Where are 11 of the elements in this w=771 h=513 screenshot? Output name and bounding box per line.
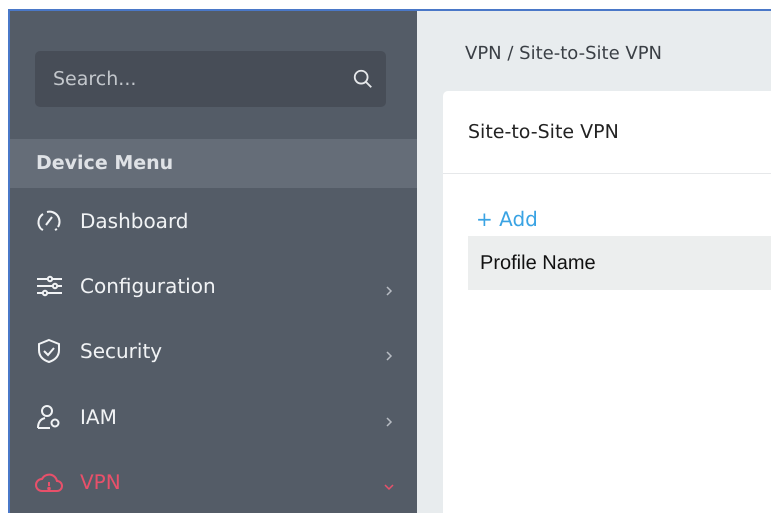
breadcrumb: VPN / Site-to-Site VPN bbox=[464, 42, 664, 66]
menu-item[interactable]: Dashboard bbox=[10, 188, 417, 254]
sliders-icon bbox=[34, 274, 64, 298]
section-title: Device Menu bbox=[36, 152, 174, 174]
card-title: Site-to-Site VPN bbox=[468, 121, 619, 143]
menu-item[interactable]: Configuration bbox=[10, 253, 417, 319]
search-icon bbox=[352, 68, 374, 90]
search-field[interactable]: Search... bbox=[35, 51, 386, 107]
menu-item[interactable]: Security bbox=[10, 318, 417, 384]
menu-item[interactable]: IAM bbox=[10, 384, 417, 450]
column-header: Profile Name bbox=[479, 252, 596, 274]
